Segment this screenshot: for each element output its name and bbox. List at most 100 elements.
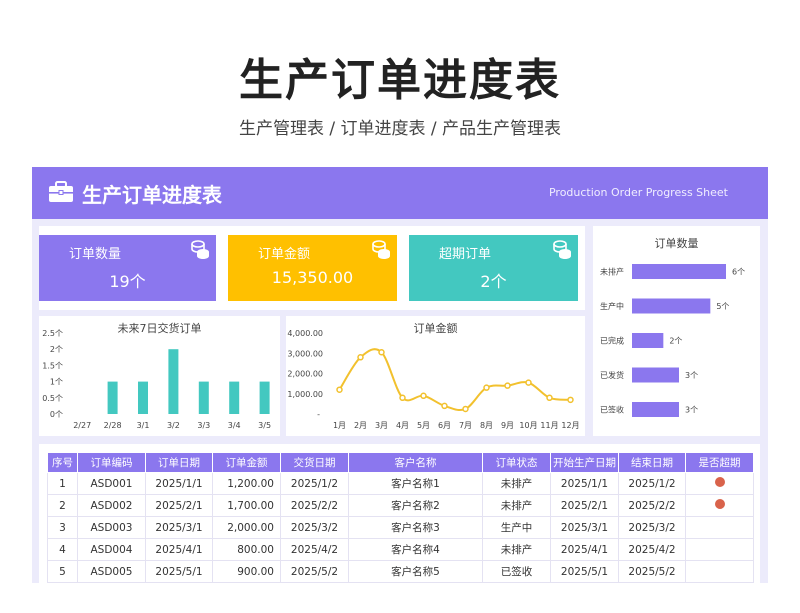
data-point bbox=[336, 386, 343, 393]
data-point bbox=[357, 354, 364, 361]
data-label: 3个 bbox=[685, 371, 698, 380]
table-cell: 2025/1/1 bbox=[550, 472, 619, 495]
x-tick-label: 2/27 bbox=[73, 421, 91, 430]
x-tick-label: 9月 bbox=[501, 421, 514, 430]
data-label: 2个 bbox=[669, 337, 682, 346]
y-tick-label: - bbox=[317, 410, 320, 419]
table-cell: 生产中 bbox=[482, 516, 551, 539]
col-header: 交货日期 bbox=[280, 452, 349, 473]
table-cell: 800.00 bbox=[212, 538, 281, 561]
overdue-cell bbox=[685, 494, 754, 517]
banner-title: 生产订单进度表 bbox=[82, 183, 222, 207]
bar bbox=[632, 298, 711, 314]
x-tick-label: 8月 bbox=[480, 421, 493, 430]
table-cell: 5 bbox=[47, 560, 78, 583]
bar bbox=[632, 402, 679, 417]
kpi-card-order-count: 订单数量 19个 bbox=[39, 235, 216, 301]
data-label: 6个 bbox=[732, 268, 745, 277]
x-tick-label: 6月 bbox=[438, 421, 451, 430]
x-tick-label: 3/5 bbox=[258, 421, 271, 430]
col-header: 结束日期 bbox=[618, 452, 686, 473]
y-tick-label: 2.5个 bbox=[42, 329, 63, 338]
col-header: 订单日期 bbox=[145, 452, 213, 473]
col-header: 客户名称 bbox=[348, 452, 483, 473]
status-chart-panel: 订单数量 未排产 6个 生产中 5个 已完成 2个 已发货 3个 已签收 3个 bbox=[593, 226, 760, 436]
overdue-cell bbox=[685, 560, 754, 583]
amount-chart-panel: 订单金额 -1,000.00 2,000.00 3,000.00 4,000.00 1月… bbox=[286, 316, 585, 436]
kpi-card-overdue-orders: 超期订单 2个 bbox=[409, 235, 578, 301]
table-row: 4 ASD004 2025/4/1 800.00 2025/4/2 客户名称4 未排产 202… bbox=[47, 538, 754, 561]
table-cell: 2 bbox=[47, 494, 78, 517]
table-cell: 2025/5/1 bbox=[145, 560, 213, 583]
kpi-value: 19个 bbox=[109, 272, 146, 291]
table-cell: 2,000.00 bbox=[212, 516, 281, 539]
kpi-card-order-amount: 订单金额 15,350.00 bbox=[228, 235, 397, 301]
table-cell: ASD003 bbox=[77, 516, 146, 539]
table-cell: 3 bbox=[47, 516, 78, 539]
table-cell: 客户名称5 bbox=[348, 560, 483, 583]
category-label: 已发货 bbox=[600, 370, 624, 380]
table-cell: ASD001 bbox=[77, 472, 146, 495]
y-tick-label: 0个 bbox=[50, 410, 63, 419]
table-row: 5 ASD005 2025/5/1 900.00 2025/5/2 客户名称5 已签收 202… bbox=[47, 560, 754, 583]
table-cell: 2025/5/2 bbox=[618, 560, 686, 583]
bar bbox=[632, 367, 679, 383]
orders-table: 序号 订单编码 订单日期 订单金额 交货日期 客户名称 订单状态 开始生产日期 … bbox=[47, 452, 754, 583]
y-tick-label: 2,000.00 bbox=[287, 370, 323, 379]
table-cell: 2025/3/2 bbox=[280, 516, 349, 539]
overdue-cell bbox=[685, 472, 754, 495]
category-label: 已签收 bbox=[600, 405, 624, 415]
category-label: 生产中 bbox=[600, 301, 624, 311]
data-point bbox=[525, 379, 532, 386]
data-point bbox=[441, 402, 448, 410]
table-row: 2 ASD002 2025/2/1 1,700.00 2025/2/2 客户名称2 未排产 2… bbox=[47, 494, 754, 517]
overdue-cell bbox=[685, 538, 754, 561]
page-title: 生产订单进度表 bbox=[239, 55, 561, 106]
x-tick-label: 11月 bbox=[540, 421, 558, 430]
table-cell: 2025/4/1 bbox=[145, 538, 213, 561]
table-cell: 2025/3/1 bbox=[145, 516, 213, 539]
table-cell: 2025/4/1 bbox=[550, 538, 619, 561]
x-tick-label: 10月 bbox=[519, 421, 537, 430]
category-label: 已完成 bbox=[600, 336, 624, 346]
table-cell: 2025/5/2 bbox=[280, 560, 349, 583]
y-tick-label: 1.5个 bbox=[42, 361, 63, 370]
table-cell: 客户名称1 bbox=[348, 472, 483, 495]
bar bbox=[138, 381, 148, 414]
table-row: 3 ASD003 2025/3/1 2,000.00 2025/3/2 客户名称3 生产中 2… bbox=[47, 516, 754, 539]
x-tick-label: 2月 bbox=[354, 421, 367, 430]
x-tick-label: 3/3 bbox=[197, 421, 210, 430]
page-subtitle: 生产管理表 / 订单进度表 / 产品生产管理表 bbox=[238, 119, 562, 139]
kpi-value: 15,350.00 bbox=[271, 268, 354, 287]
table-cell: 2025/1/2 bbox=[618, 472, 686, 495]
y-tick-label: 4,000.00 bbox=[287, 329, 323, 338]
delivery-bar-chart: 0个 0.5个 1个 1.5个 2个 2.5个 2/27 2/28 3/1 3/2 3/3 3/4 3/… bbox=[42, 329, 271, 430]
col-header: 订单金额 bbox=[212, 452, 281, 473]
bar bbox=[229, 381, 240, 414]
data-label: 5个 bbox=[716, 302, 729, 311]
table-cell: 1,200.00 bbox=[212, 472, 281, 495]
bar bbox=[632, 333, 664, 348]
data-point bbox=[462, 405, 469, 413]
y-tick-label: 2个 bbox=[50, 345, 63, 354]
x-tick-label: 3/1 bbox=[137, 421, 150, 430]
table-cell: 2025/1/1 bbox=[145, 472, 213, 495]
kpi-value: 2个 bbox=[480, 272, 507, 291]
y-tick-label: 0.5个 bbox=[42, 394, 63, 403]
coins-icon bbox=[372, 240, 390, 259]
banner-subtitle: Production Order Progress Sheet bbox=[548, 186, 728, 199]
table-cell: 1,700.00 bbox=[212, 494, 281, 517]
table-cell: 2025/3/1 bbox=[550, 516, 619, 539]
amount-line-chart: - 1,000.00 2,000.00 3,000.00 4,000.00 1月 2月 3月 4… bbox=[287, 329, 579, 430]
x-tick-label: 2/28 bbox=[104, 421, 122, 430]
briefcase-icon bbox=[49, 181, 73, 202]
col-header: 开始生产日期 bbox=[550, 452, 619, 473]
table-cell: 2025/5/1 bbox=[550, 560, 619, 583]
table-cell: 客户名称4 bbox=[348, 538, 483, 561]
y-tick-label: 1,000.00 bbox=[287, 390, 323, 399]
table-cell: 4 bbox=[47, 538, 78, 561]
col-header: 订单编码 bbox=[77, 452, 146, 473]
coins-icon bbox=[553, 240, 571, 259]
y-tick-label: 1个 bbox=[50, 378, 63, 387]
table-cell: 2025/4/2 bbox=[280, 538, 349, 561]
